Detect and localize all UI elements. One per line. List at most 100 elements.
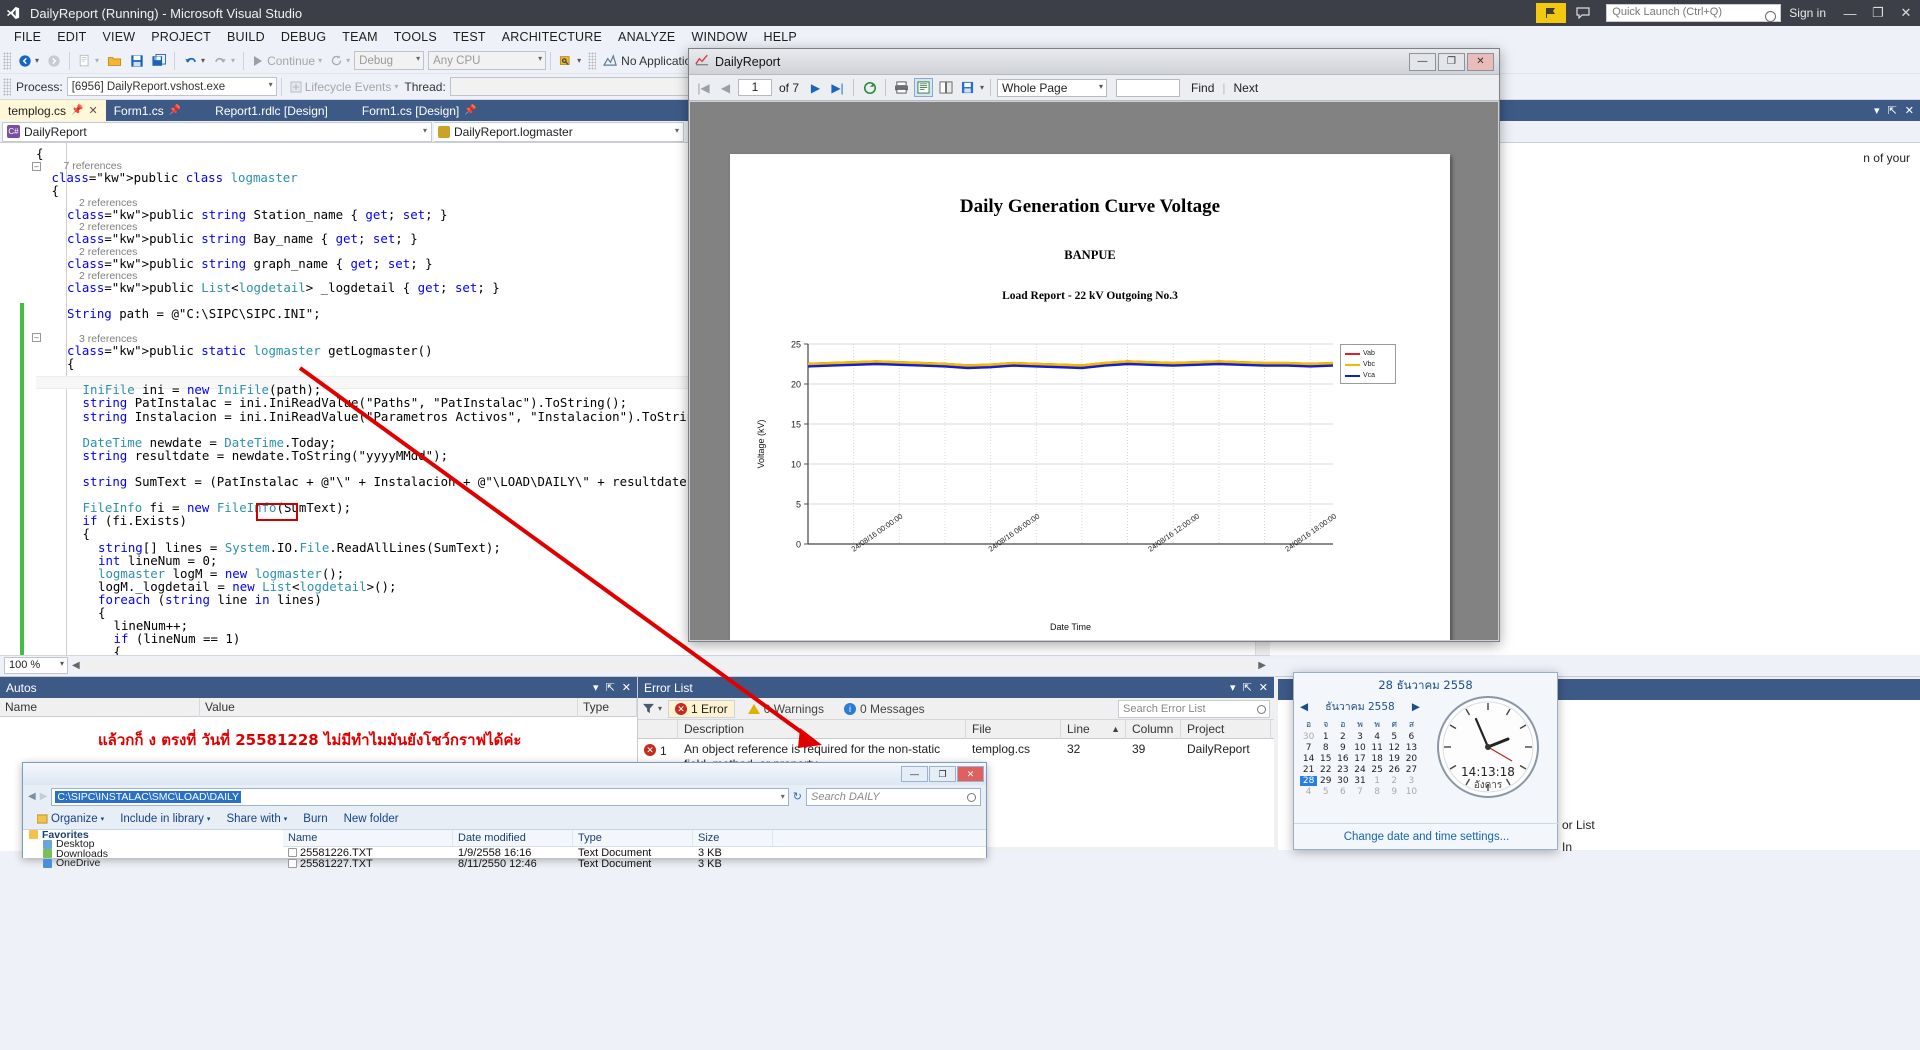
- pin-icon[interactable]: 📌: [464, 105, 476, 116]
- calendar-day[interactable]: 6: [1334, 787, 1351, 797]
- menu-view[interactable]: VIEW: [94, 28, 143, 46]
- pin-icon[interactable]: ⇱: [1243, 681, 1252, 694]
- navigate-back-icon[interactable]: ▾: [14, 50, 43, 72]
- chevron-down-icon[interactable]: ▾: [781, 792, 785, 801]
- back-icon[interactable]: ◀: [28, 791, 36, 802]
- calendar-day[interactable]: 5: [1317, 787, 1334, 797]
- editor-zoom-combo[interactable]: 100 %: [4, 657, 68, 674]
- change-date-time-settings-link[interactable]: Change date and time settings...: [1294, 823, 1559, 849]
- warnings-filter-chip[interactable]: 0 Warnings: [741, 700, 831, 718]
- calendar-day[interactable]: 29: [1317, 776, 1334, 786]
- menu-edit[interactable]: EDIT: [49, 28, 94, 46]
- calendar-day[interactable]: 31: [1351, 776, 1368, 786]
- calendar-day[interactable]: 9: [1386, 787, 1403, 797]
- report-minimize-button[interactable]: —: [1409, 53, 1436, 71]
- calendar-day[interactable]: 3: [1351, 732, 1368, 742]
- calendar-day[interactable]: 1: [1369, 776, 1386, 786]
- export-save-icon[interactable]: [958, 78, 977, 97]
- calendar-day[interactable]: 12: [1386, 743, 1403, 753]
- close-icon[interactable]: ✕: [622, 681, 631, 694]
- menu-tools[interactable]: TOOLS: [386, 28, 445, 46]
- calendar-day[interactable]: 7: [1351, 787, 1368, 797]
- calendar-month-label[interactable]: ธันวาคม 2558: [1325, 698, 1394, 715]
- close-button[interactable]: ✕: [1892, 0, 1920, 26]
- explorer-minimize-button[interactable]: —: [901, 766, 928, 782]
- pin-window-icon[interactable]: ⇱: [1888, 104, 1897, 117]
- collapse-toggle[interactable]: –: [32, 162, 41, 171]
- solution-platform-combo[interactable]: Any CPU: [428, 51, 546, 70]
- menu-project[interactable]: PROJECT: [143, 28, 219, 46]
- tab-list-chevron-icon[interactable]: ▾: [1874, 104, 1880, 117]
- file-explorer-window[interactable]: — ❐ ✕ ◀ ▶ C:\SIPC\INSTALAC\SMC\LOAD\DAIL…: [22, 762, 987, 858]
- type-dropdown[interactable]: C# DailyReport: [2, 122, 432, 142]
- column-description[interactable]: Description: [678, 720, 966, 739]
- explorer-title-bar[interactable]: — ❐ ✕: [23, 763, 986, 785]
- column-column[interactable]: Column: [1126, 720, 1181, 739]
- menu-help[interactable]: HELP: [756, 28, 805, 46]
- address-input[interactable]: C:\SIPC\INSTALAC\SMC\LOAD\DAILY ▾: [51, 788, 788, 806]
- report-find-button[interactable]: Find: [1191, 81, 1214, 95]
- close-icon[interactable]: ✕: [88, 104, 97, 117]
- calendar-day[interactable]: 22: [1317, 765, 1334, 775]
- explorer-maximize-button[interactable]: ❐: [929, 766, 956, 782]
- last-page-icon[interactable]: ▶|: [828, 78, 847, 97]
- page-setup-icon[interactable]: [936, 78, 955, 97]
- report-find-input[interactable]: [1116, 79, 1180, 97]
- calendar-day[interactable]: 11: [1369, 743, 1386, 753]
- calendar-day[interactable]: 5: [1386, 732, 1403, 742]
- calendar-day[interactable]: 1: [1317, 732, 1334, 742]
- scroll-right-arrow-icon[interactable]: ▶: [1258, 660, 1266, 671]
- report-zoom-select[interactable]: Whole Page: [997, 79, 1107, 97]
- pin-icon[interactable]: 📌: [169, 105, 181, 116]
- calendar-day[interactable]: 7: [1300, 743, 1317, 753]
- explorer-file-list[interactable]: Name Date modified Type Size 25581226.TX…: [283, 830, 986, 858]
- continue-button[interactable]: Continue ▾: [248, 50, 326, 72]
- clock-calendar-flyout[interactable]: 28 ธันวาคม 2558 ◀ ธันวาคม 2558 ▶ อจอพพศส…: [1293, 672, 1558, 850]
- open-file-icon[interactable]: [103, 50, 126, 72]
- explorer-search-input[interactable]: Search DAILY: [806, 788, 981, 806]
- calendar-day[interactable]: 10: [1351, 743, 1368, 753]
- chevron-down-icon[interactable]: ▾: [593, 681, 599, 694]
- save-icon[interactable]: [126, 50, 148, 72]
- calendar-day[interactable]: 9: [1334, 743, 1351, 753]
- list-item[interactable]: 25581227.TXT 8/11/2550 12:46 Text Docume…: [283, 858, 986, 869]
- list-item[interactable]: 25581226.TXT 1/9/2558 16:16 Text Documen…: [283, 847, 986, 858]
- calendar-day[interactable]: 28: [1300, 776, 1317, 786]
- column-type[interactable]: Type: [573, 830, 693, 847]
- editor-horizontal-scrollbar[interactable]: [82, 659, 1257, 672]
- calendar-day[interactable]: 26: [1386, 765, 1403, 775]
- nav-item-onedrive[interactable]: OneDrive: [43, 859, 283, 869]
- column-project[interactable]: Project: [1181, 720, 1271, 739]
- menu-architecture[interactable]: ARCHITECTURE: [494, 28, 610, 46]
- column-icon[interactable]: [638, 720, 678, 739]
- filter-icon[interactable]: ▾: [642, 703, 662, 714]
- column-line[interactable]: Line ▲: [1061, 720, 1126, 739]
- page-layout-icon[interactable]: [914, 78, 933, 97]
- pin-icon[interactable]: 📌: [71, 105, 83, 116]
- calendar[interactable]: ◀ ธันวาคม 2558 ▶ อจอพพศส3012345678910111…: [1294, 695, 1424, 799]
- report-window-title-bar[interactable]: DailyReport — ❐ ✕: [689, 49, 1499, 75]
- attach-icon[interactable]: ▾: [555, 50, 585, 72]
- tab-templog-cs[interactable]: templog.cs 📌 ✕: [0, 100, 106, 121]
- calendar-day[interactable]: 19: [1386, 754, 1403, 764]
- toolbar-grip-3[interactable]: [3, 78, 11, 96]
- pin-icon[interactable]: ⇱: [606, 681, 615, 694]
- column-name[interactable]: Name: [0, 698, 200, 717]
- toolbar-grip-2[interactable]: [588, 52, 596, 70]
- calendar-day[interactable]: 21: [1300, 765, 1317, 775]
- column-date-modified[interactable]: Date modified: [453, 830, 573, 847]
- menu-team[interactable]: TEAM: [334, 28, 386, 46]
- calendar-day[interactable]: 2: [1334, 732, 1351, 742]
- calendar-day[interactable]: 2: [1386, 776, 1403, 786]
- first-page-icon[interactable]: |◀: [694, 78, 713, 97]
- calendar-day[interactable]: 3: [1403, 776, 1420, 786]
- close-window-icon[interactable]: ✕: [1905, 104, 1914, 117]
- menu-analyze[interactable]: ANALYZE: [610, 28, 683, 46]
- explorer-close-button[interactable]: ✕: [957, 766, 984, 782]
- tab-report1-rdlc-design[interactable]: Report1.rdlc [Design]: [207, 100, 336, 121]
- calendar-day[interactable]: 6: [1403, 732, 1420, 742]
- lifecycle-events-button[interactable]: Lifecycle Events ▾: [286, 76, 403, 98]
- column-type[interactable]: Type: [578, 698, 637, 717]
- calendar-day[interactable]: 15: [1317, 754, 1334, 764]
- messages-filter-chip[interactable]: i 0 Messages: [837, 700, 932, 718]
